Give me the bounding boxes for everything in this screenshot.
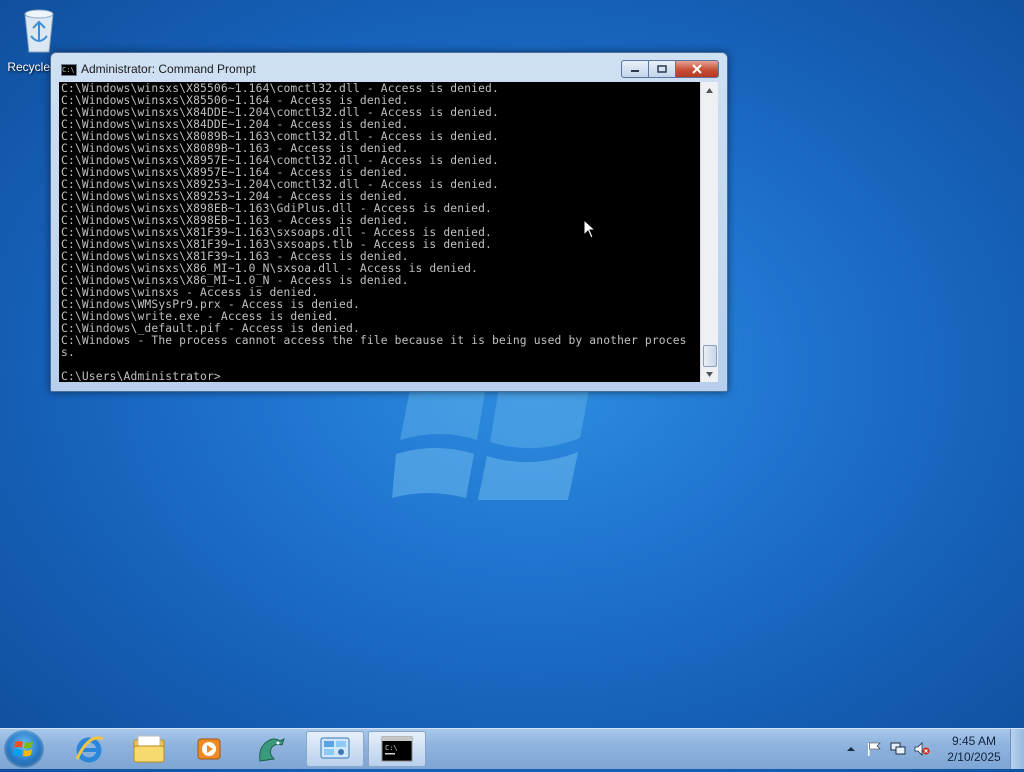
scroll-up-button[interactable] <box>701 82 718 98</box>
vertical-scrollbar[interactable] <box>700 82 718 382</box>
clock-date: 2/10/2025 <box>947 750 1001 764</box>
taskbar-file-explorer[interactable] <box>120 731 178 767</box>
scroll-down-button[interactable] <box>701 366 718 382</box>
cmd-taskbar-icon: C:\ <box>381 736 413 762</box>
minimize-icon <box>631 70 639 72</box>
dragon-app-icon <box>259 738 285 762</box>
window-controls <box>621 60 719 78</box>
internet-explorer-icon <box>75 736 104 763</box>
file-explorer-icon <box>133 735 165 763</box>
taskbar-command-prompt[interactable]: C:\ <box>368 731 426 767</box>
svg-text:C:\: C:\ <box>385 744 398 752</box>
scroll-down-arrow-icon <box>706 371 713 377</box>
system-clock[interactable]: 9:45 AM 2/10/2025 <box>942 733 1006 765</box>
title-bar[interactable]: C:\ Administrator: Command Prompt <box>51 53 727 83</box>
minimize-button[interactable] <box>621 60 649 78</box>
taskbar-control-panel[interactable] <box>306 731 364 767</box>
scroll-thumb[interactable] <box>703 345 717 367</box>
scroll-up-arrow-icon <box>706 87 713 93</box>
control-panel-icon <box>320 737 350 759</box>
recycle-bin-icon <box>24 9 54 53</box>
clock-time: 9:45 AM <box>951 734 997 748</box>
taskbar-dragon-app[interactable] <box>242 731 300 767</box>
taskbar: C:\ 9:45 AM 2/10/2025 <box>0 728 1024 769</box>
mouse-cursor-icon <box>583 219 597 239</box>
cmd-icon: C:\ <box>61 64 77 76</box>
console-output[interactable]: C:\Windows\winsxs\X85506~1.164\comctl32.… <box>59 82 700 382</box>
command-prompt-window[interactable]: C:\ Administrator: Command Prompt C:\Win… <box>50 52 728 392</box>
show-desktop-button[interactable] <box>1010 729 1024 769</box>
close-button[interactable] <box>676 60 719 78</box>
network-icon[interactable] <box>890 742 906 756</box>
maximize-button[interactable] <box>649 60 676 78</box>
taskbar-internet-explorer[interactable] <box>60 731 118 767</box>
window-title: Administrator: Command Prompt <box>81 62 256 76</box>
windows-start-icon <box>13 741 33 757</box>
console-text: C:\Windows\winsxs\X85506~1.164\comctl32.… <box>61 82 687 383</box>
volume-muted-icon[interactable] <box>914 742 930 756</box>
maximize-icon <box>657 65 667 73</box>
action-center-flag-icon[interactable] <box>866 742 882 756</box>
start-button[interactable] <box>4 730 44 768</box>
media-player-icon <box>197 738 221 760</box>
show-hidden-icons-arrow[interactable] <box>846 744 856 754</box>
close-icon <box>692 64 702 74</box>
taskbar-media-player[interactable] <box>180 731 238 767</box>
